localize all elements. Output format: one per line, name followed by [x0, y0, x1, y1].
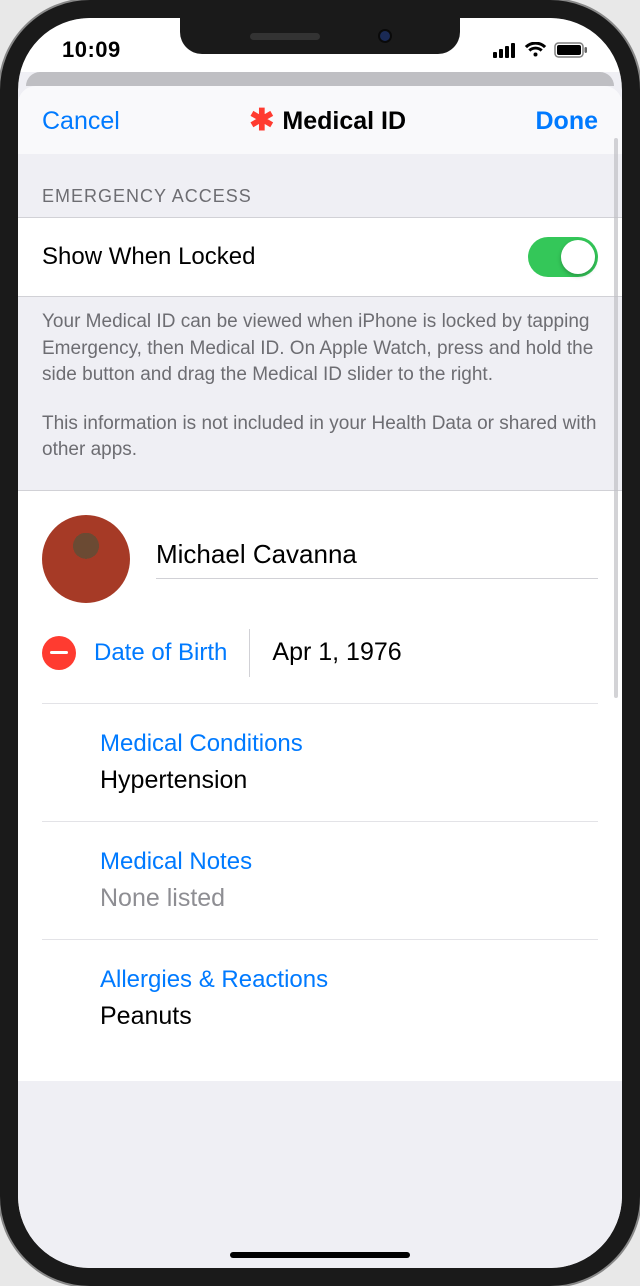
allergies-row[interactable]: Allergies & Reactions Peanuts	[42, 940, 598, 1057]
status-time: 10:09	[62, 37, 121, 63]
phone-frame: 10:09 Cancel ✱ Medical ID Done EMERGENCY…	[0, 0, 640, 1286]
modal-backdrop-hint	[26, 72, 614, 86]
section-header-emergency: EMERGENCY ACCESS	[18, 154, 622, 217]
notes-value: None listed	[100, 884, 252, 913]
allergies-label: Allergies & Reactions	[100, 966, 328, 994]
done-button[interactable]: Done	[536, 107, 599, 136]
notch	[180, 18, 460, 54]
conditions-value: Hypertension	[100, 766, 303, 795]
divider	[249, 629, 250, 677]
screen: 10:09 Cancel ✱ Medical ID Done EMERGENCY…	[18, 18, 622, 1268]
dob-label: Date of Birth	[94, 639, 227, 667]
dob-row: Date of Birth Apr 1, 1976	[42, 603, 598, 704]
show-when-locked-switch[interactable]	[528, 237, 598, 277]
nav-title: ✱ Medical ID	[249, 106, 406, 136]
dob-value[interactable]: Apr 1, 1976	[272, 638, 401, 667]
speaker-grille	[250, 33, 320, 40]
home-indicator[interactable]	[230, 1252, 410, 1258]
section-footer-emergency: Your Medical ID can be viewed when iPhon…	[18, 297, 622, 490]
wifi-icon	[524, 42, 547, 58]
nav-title-text: Medical ID	[282, 107, 406, 136]
status-icons	[493, 42, 588, 58]
allergies-value: Peanuts	[100, 1002, 328, 1031]
scrollbar[interactable]	[614, 154, 618, 698]
profile-header: Michael Cavanna	[42, 515, 598, 603]
name-field[interactable]: Michael Cavanna	[156, 539, 598, 579]
battery-icon	[554, 42, 588, 58]
medical-id-icon: ✱	[249, 106, 274, 136]
conditions-row[interactable]: Medical Conditions Hypertension	[42, 704, 598, 822]
show-when-locked-cell: Show When Locked	[18, 217, 622, 297]
notes-label: Medical Notes	[100, 848, 252, 876]
notes-row[interactable]: Medical Notes None listed	[42, 822, 598, 940]
cellular-icon	[493, 42, 517, 58]
switch-knob	[561, 240, 595, 274]
content-scroll[interactable]: EMERGENCY ACCESS Show When Locked Your M…	[18, 154, 622, 1268]
modal-sheet: Cancel ✱ Medical ID Done EMERGENCY ACCES…	[18, 86, 622, 1268]
name-value: Michael Cavanna	[156, 539, 598, 570]
footer-paragraph-2: This information is not included in your…	[42, 411, 598, 464]
delete-dob-button[interactable]	[42, 636, 76, 670]
footer-paragraph-1: Your Medical ID can be viewed when iPhon…	[42, 309, 598, 389]
conditions-label: Medical Conditions	[100, 730, 303, 758]
avatar[interactable]	[42, 515, 130, 603]
nav-bar: Cancel ✱ Medical ID Done	[18, 86, 622, 154]
profile-section: Michael Cavanna Date of Birth Apr 1, 197…	[18, 490, 622, 1081]
front-camera	[380, 31, 390, 41]
show-when-locked-label: Show When Locked	[42, 243, 255, 271]
cancel-button[interactable]: Cancel	[42, 107, 120, 136]
